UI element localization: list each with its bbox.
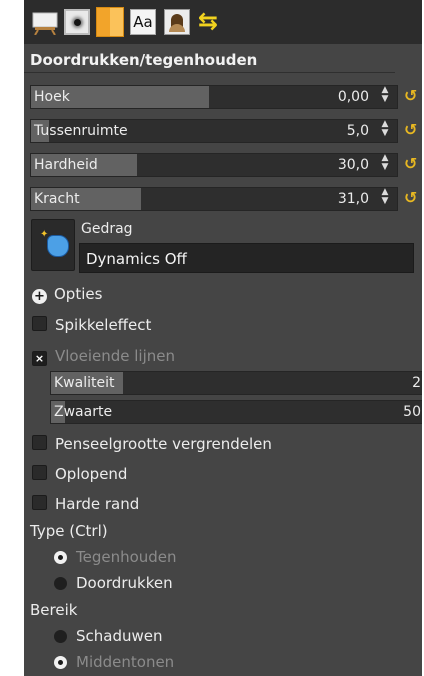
undo-history-icon[interactable]: ⇆ <box>198 9 224 35</box>
incremental-checkbox[interactable]: Oplopend <box>32 465 127 483</box>
spacing-slider-label: Tussenruimte <box>34 123 128 139</box>
hard-edge-label: Harde rand <box>55 495 140 513</box>
lock-brush-size-checkbox[interactable]: Penseelgrootte vergrendelen <box>32 435 272 453</box>
dynamics-label: Gedrag <box>81 221 133 237</box>
tool-options-panel: Aa ⇆ Doordrukken/tegenhouden Hoek 0,00 ▲… <box>24 0 422 676</box>
hard-edge-checkbox[interactable]: Harde rand <box>32 495 139 513</box>
type-heading: Type (Ctrl) <box>30 522 108 540</box>
smooth-lines-label: Vloeiende lijnen <box>55 347 175 365</box>
spikkeleffect-label: Spikkeleffect <box>55 316 152 334</box>
spin-arrows-icon[interactable]: ▲ ▼ <box>377 154 393 176</box>
reset-icon[interactable]: ↺ <box>404 120 417 139</box>
range-heading: Bereik <box>30 601 78 619</box>
spin-arrows-icon[interactable]: ▲ ▼ <box>377 86 393 108</box>
type-radio-tegenhouden[interactable]: Tegenhouden <box>54 548 177 566</box>
options-expander-label: Opties <box>54 285 103 303</box>
weight-slider-value: 50 <box>403 404 421 420</box>
smooth-lines-checkbox[interactable]: × Vloeiende lijnen <box>32 347 175 366</box>
checkbox-icon <box>32 316 47 331</box>
hardness-slider-value: 30,0 <box>337 157 369 173</box>
spacing-slider[interactable]: Tussenruimte 5,0 ▲ ▼ <box>30 119 398 143</box>
checkbox-icon <box>32 465 47 480</box>
dock-tab-strip: Aa ⇆ <box>24 0 422 44</box>
quality-slider-value: 2 <box>412 375 421 391</box>
dynamics-blob-icon <box>47 235 69 257</box>
range-radio-schaduwen[interactable]: Schaduwen <box>54 627 163 645</box>
angle-slider-label: Hoek <box>34 89 70 105</box>
type-radio-label: Doordrukken <box>76 574 173 592</box>
options-expander[interactable]: + Opties <box>32 285 102 304</box>
reset-icon[interactable]: ↺ <box>404 154 417 173</box>
spin-arrows-icon[interactable]: ▲ ▼ <box>377 188 393 210</box>
range-radio-middentonen[interactable]: Middentonen <box>54 653 174 671</box>
angle-slider-value: 0,00 <box>337 89 369 105</box>
quality-slider[interactable]: Kwaliteit 2 <box>50 371 422 395</box>
divider <box>24 72 395 73</box>
paint-tool-icon[interactable] <box>32 9 58 36</box>
reset-icon[interactable]: ↺ <box>404 86 417 105</box>
range-radio-label: Schaduwen <box>76 627 163 645</box>
force-slider-value: 31,0 <box>337 191 369 207</box>
lock-brush-size-label: Penseelgrootte vergrendelen <box>55 435 272 453</box>
radio-selected-icon <box>54 551 67 564</box>
font-icon[interactable]: Aa <box>130 9 156 35</box>
panel-title: Doordrukken/tegenhouden <box>30 51 258 69</box>
radio-selected-icon <box>54 656 67 669</box>
weight-slider[interactable]: Zwaarte 50 <box>50 400 422 424</box>
image-icon[interactable] <box>164 9 190 35</box>
spin-arrows-icon[interactable]: ▲ ▼ <box>377 120 393 142</box>
dynamics-icon[interactable]: ✦ <box>31 219 75 271</box>
type-radio-label: Tegenhouden <box>76 548 177 566</box>
hardness-slider[interactable]: Hardheid 30,0 ▲ ▼ <box>30 153 398 177</box>
hardness-slider-label: Hardheid <box>34 157 98 173</box>
force-slider-label: Kracht <box>34 191 80 207</box>
dynamics-select[interactable]: Dynamics Off <box>79 243 414 273</box>
expand-plus-icon: + <box>32 289 47 304</box>
brush-icon[interactable] <box>64 9 90 35</box>
checkbox-checked-icon: × <box>32 351 47 366</box>
checkbox-icon <box>32 495 47 510</box>
radio-icon <box>54 630 67 643</box>
reset-icon[interactable]: ↺ <box>404 188 417 207</box>
radio-icon <box>54 577 67 590</box>
checkbox-icon <box>32 435 47 450</box>
range-radio-label: Middentonen <box>76 653 175 671</box>
quality-slider-label: Kwaliteit <box>54 375 115 391</box>
type-radio-doordrukken[interactable]: Doordrukken <box>54 574 173 592</box>
spikkeleffect-checkbox[interactable]: Spikkeleffect <box>32 316 151 334</box>
angle-slider[interactable]: Hoek 0,00 ▲ ▼ <box>30 85 398 109</box>
force-slider[interactable]: Kracht 31,0 ▲ ▼ <box>30 187 398 211</box>
weight-slider-label: Zwaarte <box>54 404 113 420</box>
incremental-label: Oplopend <box>55 465 128 483</box>
spacing-slider-value: 5,0 <box>346 123 369 139</box>
pattern-icon[interactable] <box>96 7 124 37</box>
